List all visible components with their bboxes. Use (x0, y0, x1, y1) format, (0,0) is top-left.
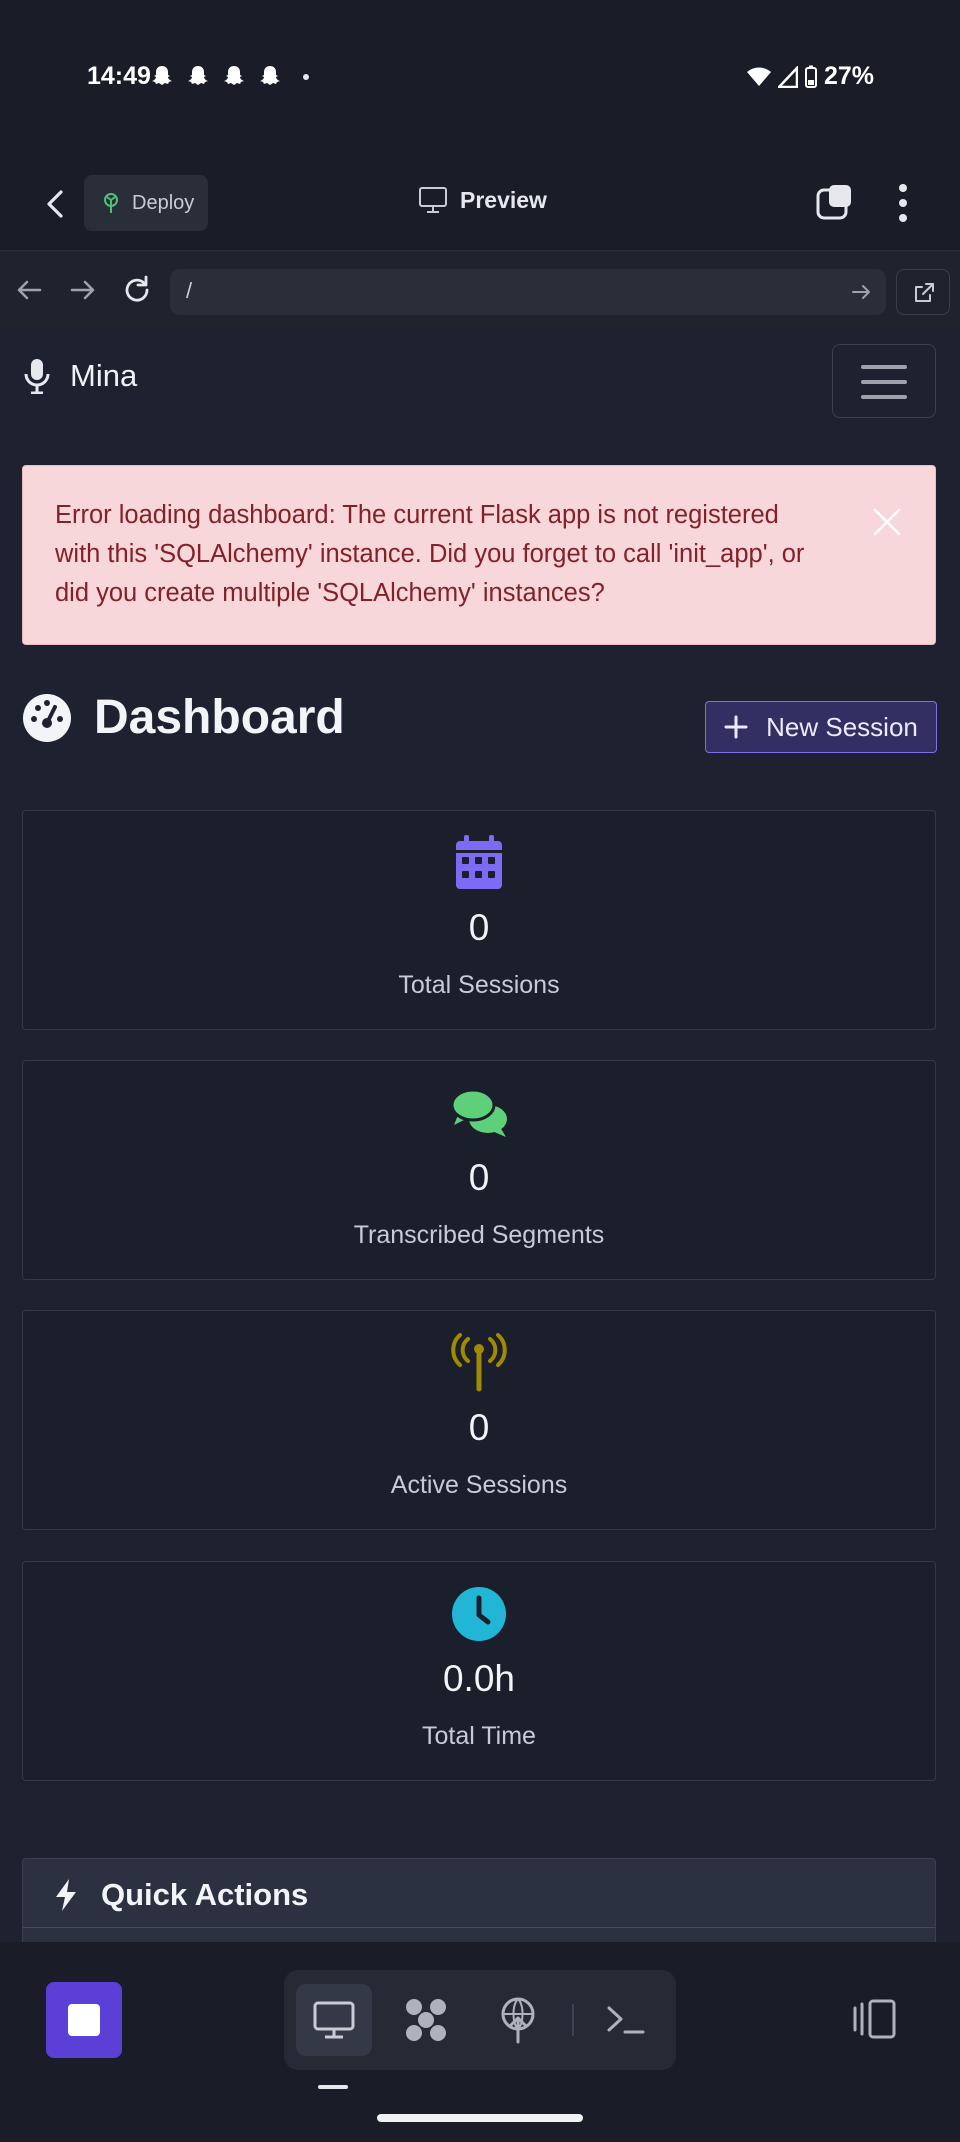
monitor-icon (419, 187, 447, 213)
stop-icon (68, 2004, 100, 2036)
status-bar: 14:49 27% (0, 0, 960, 150)
error-alert: Error loading dashboard: The current Fla… (22, 465, 936, 645)
more-notifications-dot (303, 74, 309, 80)
stat-value: 0 (468, 907, 490, 948)
terminal-icon (607, 2006, 645, 2034)
page-content: Mina Error loading dashboard: The curren… (0, 330, 960, 1942)
quick-actions-header: Quick Actions (53, 1877, 308, 1913)
deploy-button[interactable]: Deploy (84, 175, 208, 231)
dashboard-title: Dashboard (94, 691, 345, 744)
snapchat-icon (224, 66, 244, 85)
stat-value: 0 (468, 1407, 490, 1448)
close-icon[interactable] (869, 504, 905, 540)
quick-actions-title: Quick Actions (101, 1877, 309, 1912)
page-title: Dashboard (22, 690, 345, 745)
more-options-icon[interactable] (888, 182, 918, 224)
tabs-icon[interactable] (815, 182, 855, 222)
preview-label: Preview (460, 186, 547, 213)
stat-label: Total Sessions (398, 971, 560, 999)
tool-switcher (284, 1970, 676, 2070)
url-input[interactable]: / (170, 269, 886, 315)
stat-label: Total Time (422, 1722, 536, 1750)
stat-value: 0.0h (442, 1658, 515, 1699)
brand-name: Mina (70, 358, 138, 393)
snapchat-icon (260, 66, 280, 85)
clock-icon (452, 1587, 506, 1641)
tachometer-icon (23, 693, 71, 742)
wifi-icon (746, 67, 771, 86)
bottom-toolbar (0, 1942, 960, 2142)
divider (23, 1927, 935, 1928)
preview-tool-button[interactable] (296, 1984, 372, 2056)
notification-icons (150, 64, 282, 88)
home-indicator[interactable] (377, 2114, 583, 2122)
new-session-label: New Session (766, 711, 918, 742)
deploy-label: Deploy (132, 191, 195, 214)
comments-icon (450, 1088, 507, 1137)
navbar-toggle-button[interactable] (832, 344, 936, 418)
deploy-tool-button[interactable] (480, 1984, 556, 2056)
stat-card-total-sessions: 0 Total Sessions (22, 810, 936, 1030)
stat-card-active-sessions: 0 Active Sessions (22, 1310, 936, 1530)
battery-icon (804, 65, 817, 88)
preview-tab[interactable]: Preview (418, 186, 547, 214)
external-link-icon (915, 283, 934, 302)
stat-card-total-time: 0.0h Total Time (22, 1561, 936, 1781)
apps-icon (406, 1999, 446, 2041)
battery-percent: 27% (823, 62, 874, 90)
status-time: 14:49 (87, 62, 151, 90)
url-text: / (186, 278, 193, 303)
navbar-brand[interactable]: Mina (24, 358, 137, 394)
monitor-icon (313, 2001, 355, 2039)
stat-card-transcribed-segments: 0 Transcribed Segments (22, 1060, 936, 1280)
stat-label: Transcribed Segments (353, 1221, 605, 1249)
signal-icon (777, 65, 798, 88)
open-external-button[interactable] (896, 269, 950, 315)
bolt-icon (56, 1879, 76, 1911)
workspace-tool-button[interactable] (388, 1984, 464, 2056)
alert-message: Error loading dashboard: The current Fla… (55, 501, 805, 607)
stat-label: Active Sessions (390, 1471, 568, 1499)
browser-forward-icon[interactable] (66, 273, 100, 307)
stop-button[interactable] (46, 1982, 122, 2058)
browser-back-icon[interactable] (12, 273, 46, 307)
snapchat-icon (152, 66, 172, 85)
stat-value: 0 (468, 1157, 490, 1198)
globe-upload-icon (501, 1997, 535, 2044)
snapchat-icon (188, 66, 208, 85)
terminal-tool-button[interactable] (588, 1984, 664, 2056)
new-session-button[interactable]: New Session (705, 701, 937, 753)
calendar-icon (456, 835, 502, 889)
reload-icon[interactable] (120, 273, 154, 307)
layout-toggle-icon[interactable] (852, 1998, 898, 2040)
tool-indicator (318, 2085, 348, 2089)
go-arrow-icon[interactable] (850, 281, 872, 303)
plus-icon (724, 715, 748, 739)
quick-actions-card: Quick Actions (22, 1858, 936, 1942)
microphone-icon (24, 359, 50, 394)
status-right: 27% (746, 62, 874, 91)
divider (572, 2004, 574, 2036)
browser-bar: / (0, 250, 960, 330)
deploy-icon (104, 193, 118, 213)
back-arrow-icon[interactable] (38, 186, 74, 222)
broadcast-tower-icon (451, 1333, 507, 1392)
app-header: Deploy Preview (0, 160, 960, 252)
